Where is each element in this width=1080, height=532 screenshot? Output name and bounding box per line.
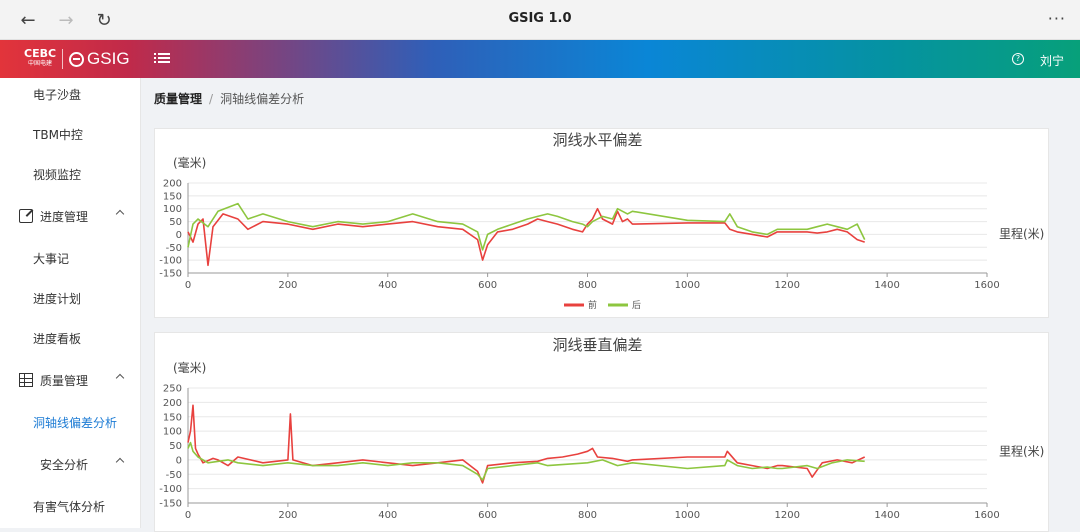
chevron-up-icon (115, 373, 125, 383)
sidebar-group-label: 质量管理 (40, 373, 89, 388)
sidebar-item-tbm[interactable]: TBM中控 (0, 114, 141, 154)
x-axis-label: 里程(米) (999, 444, 1044, 459)
browser-toolbar: ← → ↻ GSIG 1.0 ··· (0, 0, 1080, 40)
breadcrumb: 质量管理 / 洞轴线偏差分析 (154, 90, 304, 107)
series-line-前 (187, 207, 865, 267)
chart-title: 洞线垂直偏差 (552, 336, 642, 354)
logo-divider (62, 49, 64, 69)
sidebar-group-label: 进度管理 (40, 209, 89, 224)
gsig-logo-text: GSIG (87, 49, 130, 68)
x-tick-label: 800 (578, 280, 597, 291)
x-tick-label: 800 (578, 510, 597, 521)
y-tick-label: -100 (159, 484, 182, 495)
y-tick-label: -150 (159, 269, 182, 280)
app-header: CEBC 中国电建 GSIG ? 刘宁 (0, 40, 1080, 78)
y-axis-unit: (毫米) (173, 360, 206, 375)
x-tick-label: 1600 (974, 280, 999, 291)
sidebar-item-label: 视频监控 (33, 167, 82, 182)
sidebar-item-board[interactable]: 进度看板 (0, 318, 141, 358)
table-icon (19, 373, 33, 387)
x-tick-label: 400 (378, 510, 397, 521)
gsig-logo: GSIG (69, 49, 130, 69)
y-tick-label: 200 (163, 179, 182, 190)
chevron-up-icon (115, 209, 125, 219)
x-tick-label: 1600 (974, 510, 999, 521)
vertical-deviation-chart-card: 洞线垂直偏差 (毫米) 250 200 150 100 50 0 -50 -100 -150 0 200… (154, 332, 1049, 532)
breadcrumb-root[interactable]: 质量管理 (154, 92, 202, 106)
y-tick-label: 50 (169, 441, 182, 452)
cecc-logo-subtext: 中国电建 (28, 60, 53, 67)
globe-icon (69, 51, 85, 67)
sidebar-group-quality[interactable]: 质量管理 (0, 360, 141, 400)
breadcrumb-current: 洞轴线偏差分析 (220, 92, 305, 106)
grid-icon (19, 457, 33, 471)
x-tick-label: 200 (278, 280, 297, 291)
y-tick-label: 0 (176, 230, 182, 241)
y-tick-label: 200 (163, 398, 182, 409)
logo[interactable]: CEBC 中国电建 GSIG (24, 46, 130, 72)
x-tick-label: 600 (478, 510, 497, 521)
x-tick-label: 1200 (775, 510, 800, 521)
legend-label: 后 (632, 300, 641, 311)
sidebar-item-label: 电子沙盘 (33, 87, 82, 102)
sidebar-item-sandbox[interactable]: 电子沙盘 (0, 74, 141, 114)
x-axis-label: 里程(米) (999, 226, 1044, 241)
horizontal-deviation-chart: 洞线水平偏差(毫米)200150100500-50-100-1500 200 400… (159, 131, 1044, 311)
chevron-up-icon (115, 457, 125, 467)
y-tick-label: 250 (163, 384, 182, 395)
y-tick-label: 0 (176, 455, 182, 466)
user-name[interactable]: 刘宁 (1040, 52, 1064, 69)
y-tick-label: 150 (163, 191, 182, 202)
x-tick-label: 1400 (874, 280, 899, 291)
sidebar-item-label: 洞轴线偏差分析 (33, 415, 118, 430)
chart-title: 洞线水平偏差 (552, 131, 642, 149)
help-icon[interactable]: ? (1012, 53, 1024, 65)
legend-label: 前 (588, 299, 597, 311)
y-tick-label: 150 (163, 412, 182, 423)
window-title: GSIG 1.0 (508, 11, 572, 26)
y-tick-label: 100 (163, 427, 182, 438)
x-tick-label: 1200 (775, 280, 800, 291)
y-tick-label: 100 (163, 204, 182, 215)
y-tick-label: -50 (166, 243, 182, 254)
sidebar-item-label: 有害气体分析 (33, 499, 106, 514)
x-tick-label: 1400 (874, 510, 899, 521)
sidebar-item-video[interactable]: 视频监控 (0, 154, 141, 194)
x-tick-label: 0 (185, 510, 191, 521)
x-tick-label: 200 (278, 510, 297, 521)
more-icon[interactable]: ··· (1048, 9, 1066, 28)
sidebar-item-label: 大事记 (33, 251, 70, 266)
horizontal-deviation-chart-card: 洞线水平偏差 (毫米) 200 150 100 50 0 -50 -100 -150 0 200 400… (154, 128, 1049, 318)
sidebar-group-safety[interactable]: 安全分析 (0, 444, 141, 484)
sidebar-item-axis-deviation[interactable]: 洞轴线偏差分析 (0, 402, 141, 442)
edit-icon (19, 209, 33, 223)
cecc-logo: CEBC 中国电建 (24, 48, 56, 69)
x-tick-label: 0 (185, 280, 191, 291)
sidebar-item-label: 进度看板 (33, 331, 82, 346)
sidebar-group-progress[interactable]: 进度管理 (0, 196, 141, 236)
breadcrumb-separator: / (209, 92, 214, 106)
vertical-deviation-chart: 洞线垂直偏差(毫米)250200150100500-50-100-1500 200… (159, 336, 1044, 521)
sidebar-item-label: 进度计划 (33, 291, 82, 306)
series-line-后 (187, 202, 866, 251)
sidebar-item-gas[interactable]: 有害气体分析 (0, 486, 141, 526)
x-tick-label: 1000 (675, 510, 700, 521)
y-tick-label: -50 (166, 470, 182, 481)
x-tick-label: 600 (478, 280, 497, 291)
y-tick-label: -100 (159, 256, 182, 267)
sidebar-item-plan[interactable]: 进度计划 (0, 278, 141, 318)
y-tick-label: 50 (169, 217, 182, 228)
sidebar-item-events[interactable]: 大事记 (0, 238, 141, 278)
sidebar: 电子沙盘 TBM中控 视频监控 进度管理 大事记 进度计划 进度看板 质量管理 … (0, 78, 141, 528)
x-tick-label: 1000 (675, 280, 700, 291)
menu-toggle-icon[interactable] (154, 51, 170, 67)
y-tick-label: -150 (159, 499, 182, 510)
y-axis-unit: (毫米) (173, 155, 206, 170)
x-tick-label: 400 (378, 280, 397, 291)
sidebar-item-label: TBM中控 (33, 127, 83, 142)
sidebar-group-label: 安全分析 (40, 457, 89, 472)
